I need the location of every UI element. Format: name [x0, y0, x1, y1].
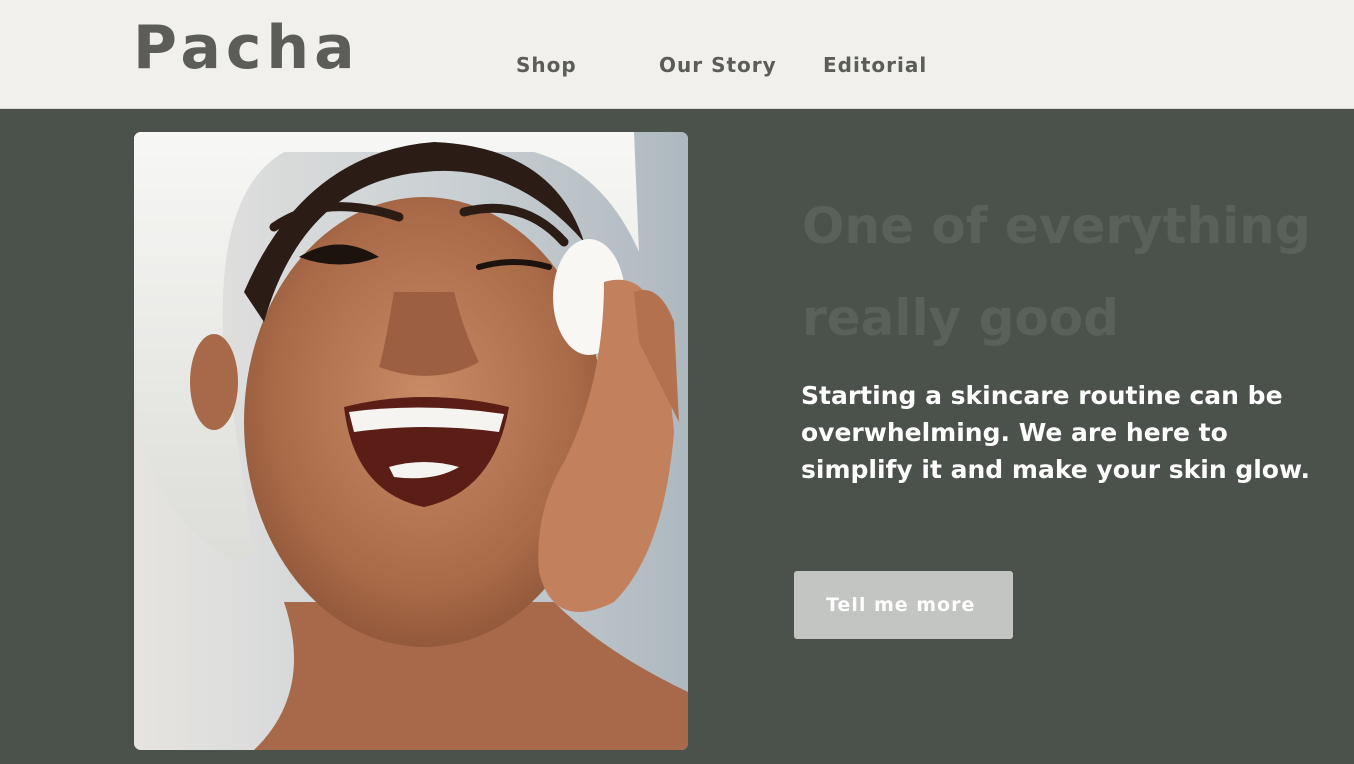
hero-subtext: Starting a skincare routine can be overw… — [801, 381, 1310, 484]
nav-link-editorial[interactable]: Editorial — [823, 52, 927, 78]
tell-me-more-button[interactable]: Tell me more — [794, 571, 1013, 639]
hero-headline: One of everything really good — [802, 197, 1311, 347]
nav-link-our-story[interactable]: Our Story — [659, 52, 777, 78]
nav-link-shop[interactable]: Shop — [516, 52, 577, 78]
brand-logo[interactable]: Pacha — [133, 12, 360, 84]
hero-section: One of everything really good Starting a… — [0, 110, 1354, 764]
site-header: Pacha Shop Our Story Editorial — [0, 0, 1354, 109]
hero-photo — [134, 132, 688, 750]
